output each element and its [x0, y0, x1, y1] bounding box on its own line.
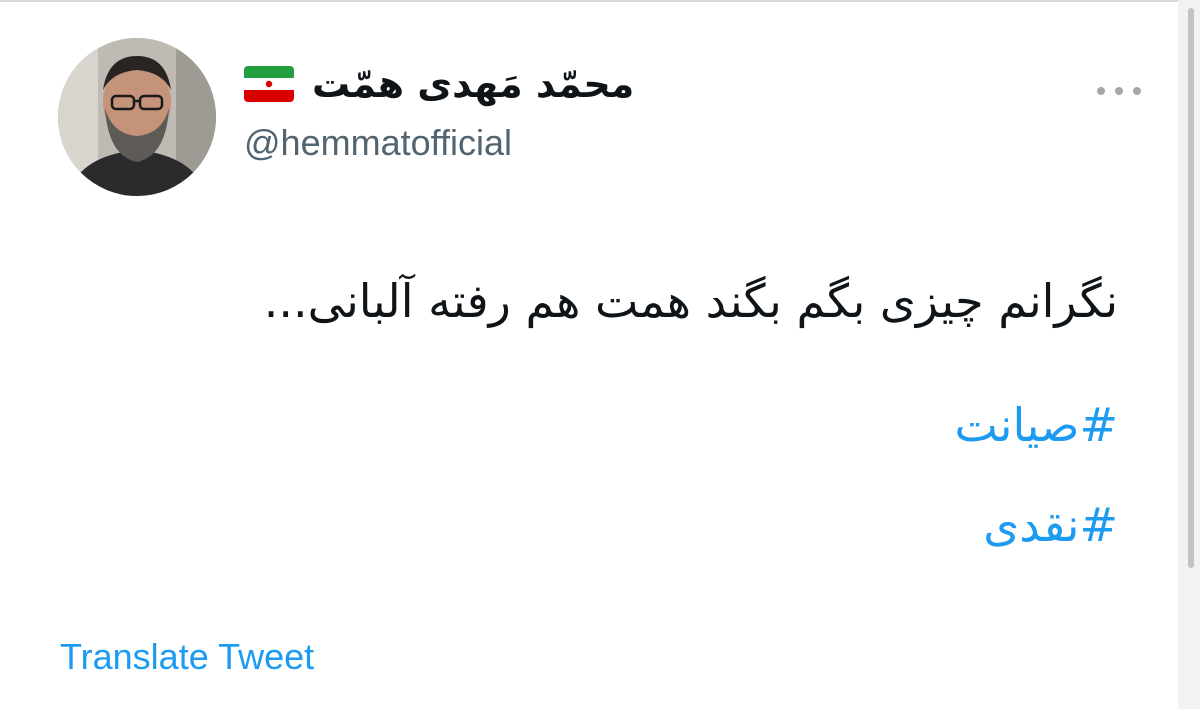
author-row: محمّد مَهدی همّت — [244, 58, 634, 110]
tweet-card[interactable]: محمّد مَهدی همّت @hemmatofficial نگرانم … — [0, 0, 1178, 709]
author-display-name[interactable]: محمّد مَهدی همّت — [312, 62, 634, 106]
scrollbar-thumb[interactable] — [1188, 8, 1194, 568]
author-handle[interactable]: @hemmatofficial — [244, 122, 512, 164]
avatar-photo — [58, 38, 216, 196]
hashtag-link[interactable]: #نقدی — [983, 498, 1118, 552]
translate-tweet-link[interactable]: Translate Tweet — [60, 636, 314, 678]
avatar[interactable] — [58, 38, 216, 196]
hashtag-link[interactable]: #صیانت — [955, 398, 1118, 452]
scrollbar[interactable] — [1178, 0, 1200, 709]
more-horizontal-icon[interactable] — [1097, 84, 1141, 98]
tweet-text: نگرانم چیزی بگم بگند همت هم رفته آلبانی.… — [263, 274, 1118, 328]
iran-flag-icon — [244, 66, 294, 102]
